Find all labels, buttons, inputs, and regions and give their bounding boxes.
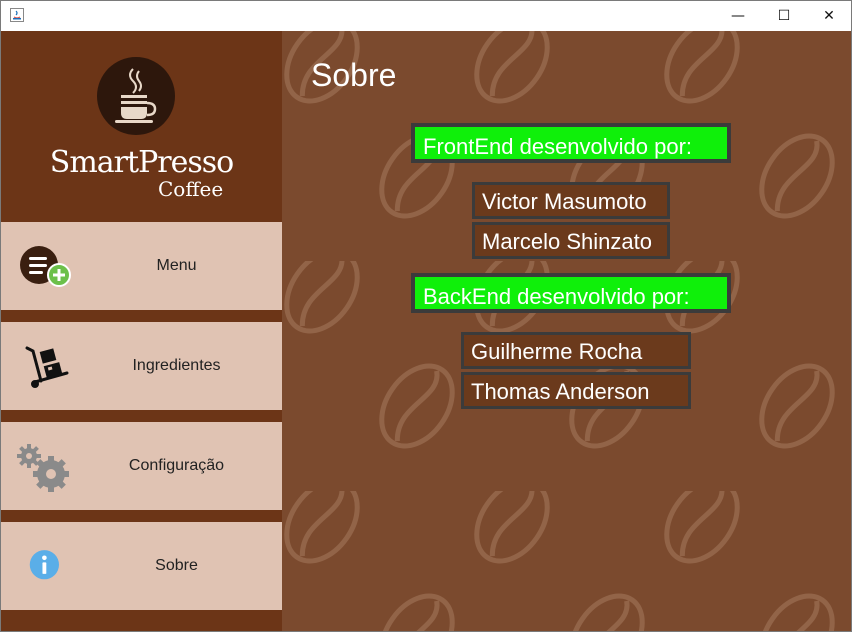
menu-add-icon (20, 246, 71, 287)
sidebar-item-ingredientes[interactable]: Ingredientes (1, 322, 282, 410)
info-icon (29, 550, 59, 580)
sidebar-item-menu[interactable]: Menu (1, 222, 282, 310)
main-content: Sobre FrontEnd desenvolvido por: Victor … (282, 31, 851, 631)
logo-subtitle: Coffee (158, 177, 224, 201)
gears-icon (17, 444, 69, 492)
maximize-button[interactable]: ☐ (761, 1, 807, 31)
hand-truck-icon (25, 346, 69, 388)
sidebar-item-label: Ingredientes (132, 357, 221, 374)
coffee-bean-pattern (282, 31, 851, 631)
frontend-name-2: Marcelo Shinzato (472, 222, 670, 259)
java-app-icon (10, 8, 24, 22)
sidebar-item-label: Sobre (155, 557, 198, 574)
frontend-heading: FrontEnd desenvolvido por: (411, 123, 731, 163)
backend-heading: BackEnd desenvolvido por: (411, 273, 731, 313)
logo-title: SmartPresso (49, 145, 234, 180)
backend-name-1: Guilherme Rocha (461, 332, 691, 369)
close-button[interactable]: ✕ (806, 1, 851, 31)
coffee-cup-icon (97, 57, 175, 135)
minimize-button[interactable]: — (715, 1, 761, 31)
page-title: Sobre (311, 57, 397, 93)
sidebar-item-sobre[interactable]: Sobre (1, 522, 282, 610)
logo: SmartPresso Coffee (1, 31, 282, 221)
sidebar: SmartPresso Coffee Menu Ingredientes Con… (1, 31, 282, 631)
sidebar-item-label: Menu (156, 257, 197, 274)
frontend-name-1: Victor Masumoto (472, 182, 670, 219)
app-window: — ☐ ✕ SmartPresso Coffee Menu Ingredient… (0, 0, 852, 632)
backend-name-2: Thomas Anderson (461, 372, 691, 409)
sidebar-item-label: Configuração (128, 457, 225, 474)
title-bar: — ☐ ✕ (1, 1, 851, 31)
sidebar-item-configuracao[interactable]: Configuração (1, 422, 282, 510)
